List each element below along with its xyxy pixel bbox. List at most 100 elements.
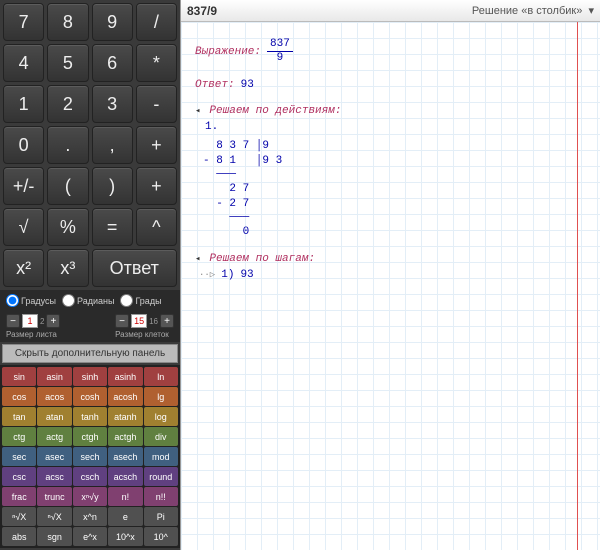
fn-n_[interactable]: n! [108, 487, 142, 506]
key-0[interactable]: 0 [3, 126, 44, 164]
fn-10_x[interactable]: 10^x [108, 527, 142, 546]
cell-size-minus[interactable]: − [115, 314, 129, 328]
sheet-size-minus[interactable]: − [6, 314, 20, 328]
step-value: 93 [240, 269, 253, 281]
fn-sin[interactable]: sin [2, 367, 36, 386]
fn-trunc[interactable]: trunc [37, 487, 71, 506]
key-___[interactable]: +/- [3, 167, 44, 205]
fn-x__y[interactable]: xⁿ√y [73, 487, 107, 506]
fn-atan[interactable]: atan [37, 407, 71, 426]
function-keypad: sinasinsinhasinhlncosacoscoshacoshlgtana… [0, 365, 180, 548]
long-division: 8 3 7 │9 - 8 1 │9 3 ─── 2 7 - 2 7 ─── 0 [203, 139, 586, 239]
fn-asin[interactable]: asin [37, 367, 71, 386]
fn-tanh[interactable]: tanh [73, 407, 107, 426]
fn-n__[interactable]: n!! [144, 487, 178, 506]
fn-acsc[interactable]: acsc [37, 467, 71, 486]
key-_[interactable]: / [136, 3, 177, 41]
key-_[interactable]: = [92, 208, 133, 246]
fn-x_n[interactable]: x^n [73, 507, 107, 526]
section-bullet-icon: ◂ [195, 254, 200, 264]
header-bar: 837/9 Решение «в столбик» ▾ [181, 0, 600, 22]
fn-csc[interactable]: csc [2, 467, 36, 486]
fn-lg[interactable]: lg [144, 387, 178, 406]
fn-__X[interactable]: ⁿ√X [2, 507, 36, 526]
fn-frac[interactable]: frac [2, 487, 36, 506]
sheet-size-plus[interactable]: + [46, 314, 60, 328]
fn-Pi[interactable]: Pi [144, 507, 178, 526]
fn-log[interactable]: log [144, 407, 178, 426]
mode-grads[interactable]: Грады [120, 294, 161, 307]
key-_[interactable]: ) [92, 167, 133, 205]
fn-acosh[interactable]: acosh [108, 387, 142, 406]
step-prefix: 1) [221, 269, 234, 281]
key-3[interactable]: 3 [92, 85, 133, 123]
key-_[interactable]: - [136, 85, 177, 123]
fn-cosh[interactable]: cosh [73, 387, 107, 406]
keypad: 789/ 456* 123- 0.,+ +/-()+ √%=^ x²x³Ответ [0, 0, 180, 290]
key-1[interactable]: 1 [3, 85, 44, 123]
fn-sech[interactable]: sech [73, 447, 107, 466]
fn-e[interactable]: e [108, 507, 142, 526]
notebook-area: Выражение: 837 9 Ответ: 93 ◂ Решаем по д… [181, 22, 600, 550]
key-_[interactable]: % [47, 208, 88, 246]
fn-mod[interactable]: mod [144, 447, 178, 466]
cell-size-value: 15 [131, 314, 147, 328]
fn-sinh[interactable]: sinh [73, 367, 107, 386]
key-9[interactable]: 9 [92, 3, 133, 41]
fn-acsch[interactable]: acsch [108, 467, 142, 486]
key-_____[interactable]: Ответ [92, 249, 178, 287]
key-2[interactable]: 2 [47, 85, 88, 123]
key-5[interactable]: 5 [47, 44, 88, 82]
section-actions-label: Решаем по действиям: [209, 105, 341, 117]
hide-panel-button[interactable]: Скрыть дополнительную панель [2, 344, 178, 363]
solution-mode-selector[interactable]: Решение «в столбик» ▾ [472, 4, 594, 17]
expression-label: Выражение: [195, 46, 261, 58]
key-8[interactable]: 8 [47, 3, 88, 41]
expression-display: 837/9 [187, 4, 217, 18]
fn-ctgh[interactable]: ctgh [73, 427, 107, 446]
fn-tan[interactable]: tan [2, 407, 36, 426]
key-_[interactable]: ( [47, 167, 88, 205]
margin-line [577, 22, 578, 550]
key-_[interactable]: √ [3, 208, 44, 246]
mode-radians[interactable]: Радианы [62, 294, 114, 307]
fn-asech[interactable]: asech [108, 447, 142, 466]
fn-atanh[interactable]: atanh [108, 407, 142, 426]
key-6[interactable]: 6 [92, 44, 133, 82]
fn-actg[interactable]: actg [37, 427, 71, 446]
fn-e_x[interactable]: e^x [73, 527, 107, 546]
key-_[interactable]: ^ [136, 208, 177, 246]
angle-mode-group: Градусы Радианы Грады [0, 290, 180, 311]
mode-degrees[interactable]: Градусы [6, 294, 56, 307]
fn-round[interactable]: round [144, 467, 178, 486]
key-4[interactable]: 4 [3, 44, 44, 82]
key-_[interactable]: , [92, 126, 133, 164]
fn-sgn[interactable]: sgn [37, 527, 71, 546]
fn-ctg[interactable]: ctg [2, 427, 36, 446]
solution-panel: 837/9 Решение «в столбик» ▾ Выражение: 8… [180, 0, 600, 550]
key-_[interactable]: . [47, 126, 88, 164]
fn-asinh[interactable]: asinh [108, 367, 142, 386]
fn-csch[interactable]: csch [73, 467, 107, 486]
key-_[interactable]: + [136, 126, 177, 164]
calculator-panel: 789/456*123-0.,++/-()+√%=^x²x³Ответ Град… [0, 0, 180, 550]
fn-actgh[interactable]: actgh [108, 427, 142, 446]
expression-fraction: 837 9 [267, 38, 293, 65]
fn-__X[interactable]: ⁿ√X [37, 507, 71, 526]
fn-div[interactable]: div [144, 427, 178, 446]
key-x_[interactable]: x² [3, 249, 44, 287]
sheet-size-label: Размер листа [6, 330, 60, 339]
fn-10_[interactable]: 10^ [144, 527, 178, 546]
key-x_[interactable]: x³ [47, 249, 88, 287]
fn-asec[interactable]: asec [37, 447, 71, 466]
fn-ln[interactable]: ln [144, 367, 178, 386]
size-controls: − 1 2 + Размер листа − 15 16 + Размер кл… [0, 311, 180, 342]
cell-size-plus[interactable]: + [160, 314, 174, 328]
fn-abs[interactable]: abs [2, 527, 36, 546]
key-_[interactable]: + [136, 167, 177, 205]
fn-sec[interactable]: sec [2, 447, 36, 466]
key-_[interactable]: * [136, 44, 177, 82]
fn-cos[interactable]: cos [2, 387, 36, 406]
key-7[interactable]: 7 [3, 3, 44, 41]
fn-acos[interactable]: acos [37, 387, 71, 406]
